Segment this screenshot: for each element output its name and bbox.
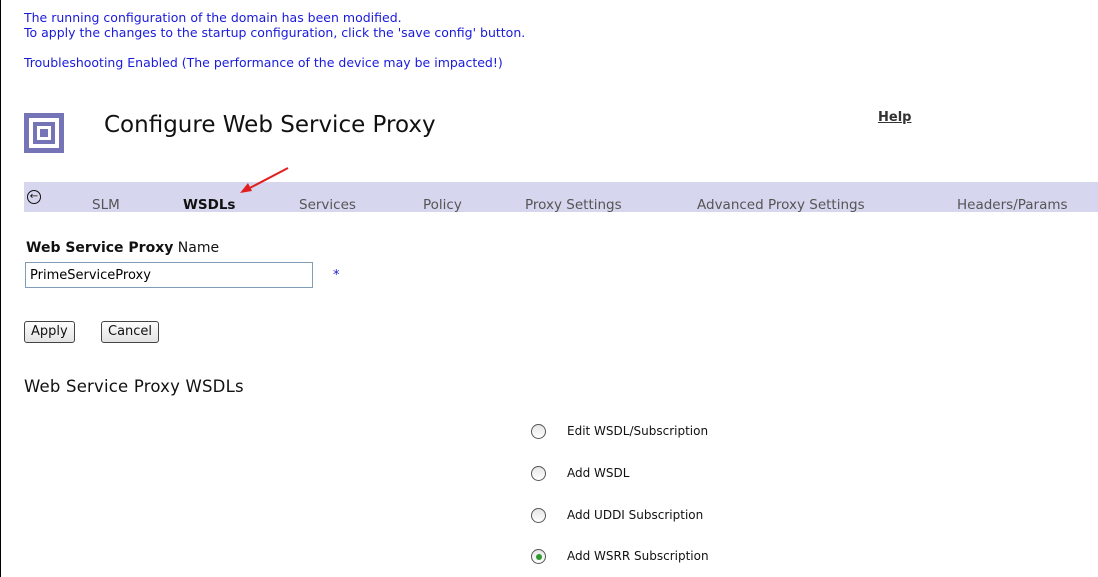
radio-button[interactable] (531, 466, 546, 481)
left-border (0, 0, 1, 577)
annotation-arrow-icon (240, 167, 289, 193)
apply-button[interactable]: Apply (24, 321, 75, 343)
help-link[interactable]: Help (878, 110, 911, 125)
radio-button[interactable] (531, 424, 546, 439)
tab-headers-params[interactable]: Headers/Params (957, 197, 1068, 213)
tab-advanced-proxy-settings[interactable]: Advanced Proxy Settings (697, 197, 865, 213)
troubleshooting-warning: Troubleshooting Enabled (The performance… (24, 55, 503, 70)
name-field-label: Web Service Proxy Name (26, 240, 220, 256)
status-message-save-hint: To apply the changes to the startup conf… (24, 25, 526, 40)
radio-button[interactable] (531, 508, 546, 523)
cancel-button[interactable]: Cancel (101, 321, 160, 343)
tab-services[interactable]: Services (299, 197, 356, 213)
option-label: Add UDDI Subscription (567, 508, 704, 522)
required-marker: * (333, 268, 340, 283)
tab-wsdls[interactable]: WSDLs (183, 197, 235, 213)
radio-button-selected[interactable] (531, 549, 546, 564)
status-message-modified: The running configuration of the domain … (24, 10, 402, 25)
tab-slm[interactable]: SLM (92, 197, 120, 213)
tab-policy[interactable]: Policy (423, 197, 462, 213)
page-title: Configure Web Service Proxy (104, 112, 436, 138)
section-title: Web Service Proxy WSDLs (24, 377, 244, 396)
tab-proxy-settings[interactable]: Proxy Settings (525, 197, 622, 213)
back-arrow-icon[interactable]: ← (27, 190, 41, 204)
option-label: Add WSRR Subscription (567, 549, 709, 563)
proxy-name-input[interactable] (25, 262, 313, 288)
radio-selected-dot (535, 553, 542, 560)
web-service-proxy-icon (24, 113, 64, 153)
option-label: Edit WSDL/Subscription (567, 424, 709, 438)
option-label: Add WSDL (567, 466, 630, 480)
